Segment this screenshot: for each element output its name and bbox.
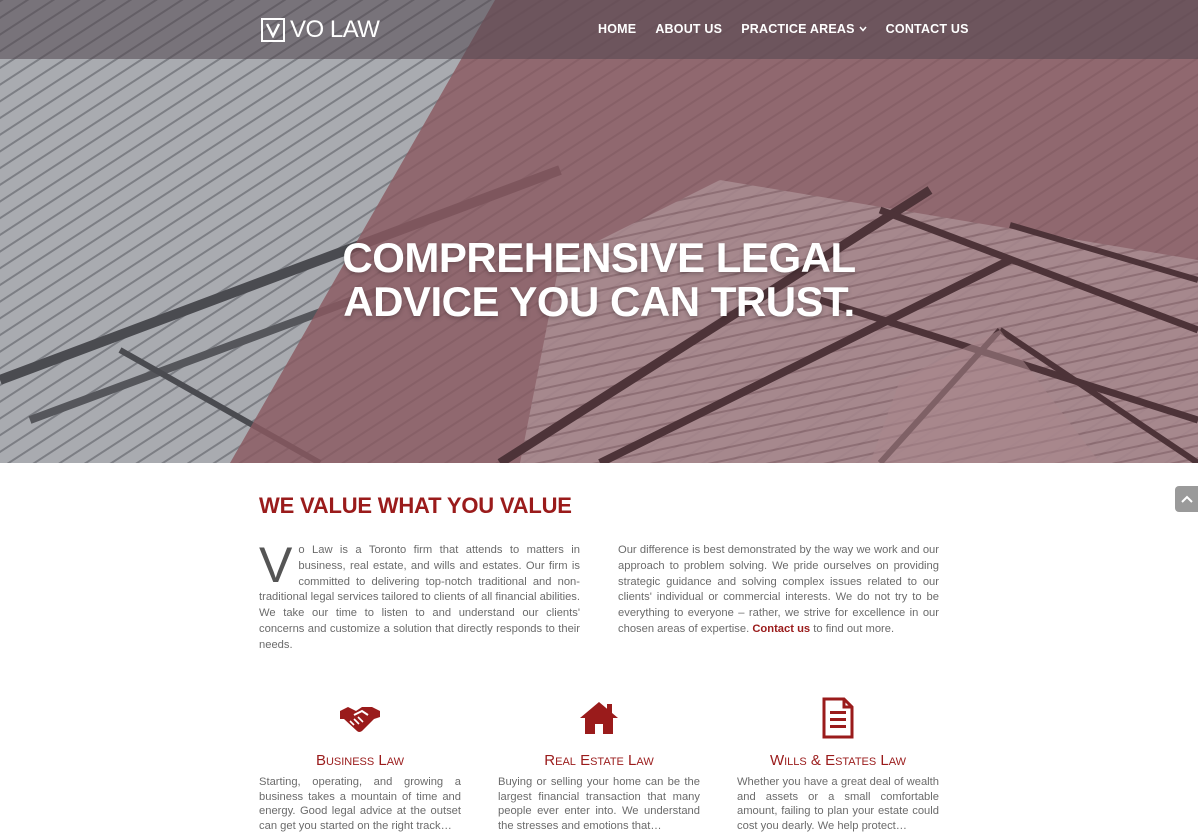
- contact-us-link[interactable]: Contact us: [752, 623, 810, 635]
- dropcap-letter: V: [259, 537, 293, 593]
- document-icon: [737, 694, 939, 742]
- practice-area-real-estate: Real Estate Law Buying or selling your h…: [498, 694, 700, 833]
- practice-area-business: Business Law Starting, operating, and gr…: [259, 694, 461, 833]
- site-logo[interactable]: VO LAW: [261, 16, 380, 44]
- practice-area-title[interactable]: Business Law: [259, 752, 461, 769]
- practice-area-description: Buying or selling your home can be the l…: [498, 776, 700, 832]
- section-heading: WE VALUE WHAT YOU VALUE: [259, 493, 572, 518]
- practice-area-title[interactable]: Wills & Estates Law: [737, 752, 939, 769]
- hero-headline: COMPREHENSIVE LEGAL ADVICE YOU CAN TRUST…: [0, 236, 1198, 324]
- scroll-to-top-button[interactable]: [1175, 486, 1198, 512]
- logo-text: VO LAW: [290, 16, 380, 43]
- hero-background-image: [0, 0, 1198, 463]
- nav-about-us[interactable]: ABOUT US: [655, 22, 722, 36]
- hero-headline-line-1: COMPREHENSIVE LEGAL: [342, 234, 856, 282]
- logo-mark-icon: [261, 18, 285, 42]
- nav-about-label: ABOUT US: [655, 22, 723, 36]
- practice-area-title[interactable]: Real Estate Law: [498, 752, 700, 769]
- main-nav: HOME ABOUT US PRACTICE AREAS CONTACT US: [598, 22, 988, 36]
- nav-home-label: HOME: [598, 22, 637, 36]
- hero-headline-line-2: ADVICE YOU CAN TRUST.: [343, 278, 855, 326]
- nav-practice-label: PRACTICE AREAS: [741, 22, 855, 36]
- intro-right-tail: to find out more.: [813, 622, 895, 635]
- house-icon: [498, 694, 700, 742]
- intro-right-text: Our difference is best demonstrated by t…: [618, 544, 939, 635]
- intro-right-paragraph: Our difference is best demonstrated by t…: [618, 543, 939, 638]
- intro-left-text: o Law is a Toronto firm that attends to …: [259, 544, 580, 651]
- top-navigation-bar: VO LAW HOME ABOUT US PRACTICE AREAS CONT…: [0, 0, 1198, 59]
- nav-practice-areas[interactable]: PRACTICE AREAS: [741, 22, 867, 36]
- practice-area-description: Whether you have a great deal of wealth …: [737, 776, 939, 832]
- chevron-up-icon: [1181, 495, 1193, 503]
- nav-contact-us[interactable]: CONTACT US: [886, 22, 969, 36]
- hero-banner: VO LAW HOME ABOUT US PRACTICE AREAS CONT…: [0, 0, 1198, 463]
- practice-area-wills-estates: Wills & Estates Law Whether you have a g…: [737, 694, 939, 833]
- chevron-down-icon: [859, 24, 867, 34]
- practice-area-description: Starting, operating, and growing a busin…: [259, 776, 461, 832]
- handshake-icon: [259, 694, 461, 742]
- nav-home[interactable]: HOME: [598, 22, 636, 36]
- intro-left-paragraph: V o Law is a Toronto firm that attends t…: [259, 537, 580, 654]
- nav-contact-label: CONTACT US: [885, 22, 969, 36]
